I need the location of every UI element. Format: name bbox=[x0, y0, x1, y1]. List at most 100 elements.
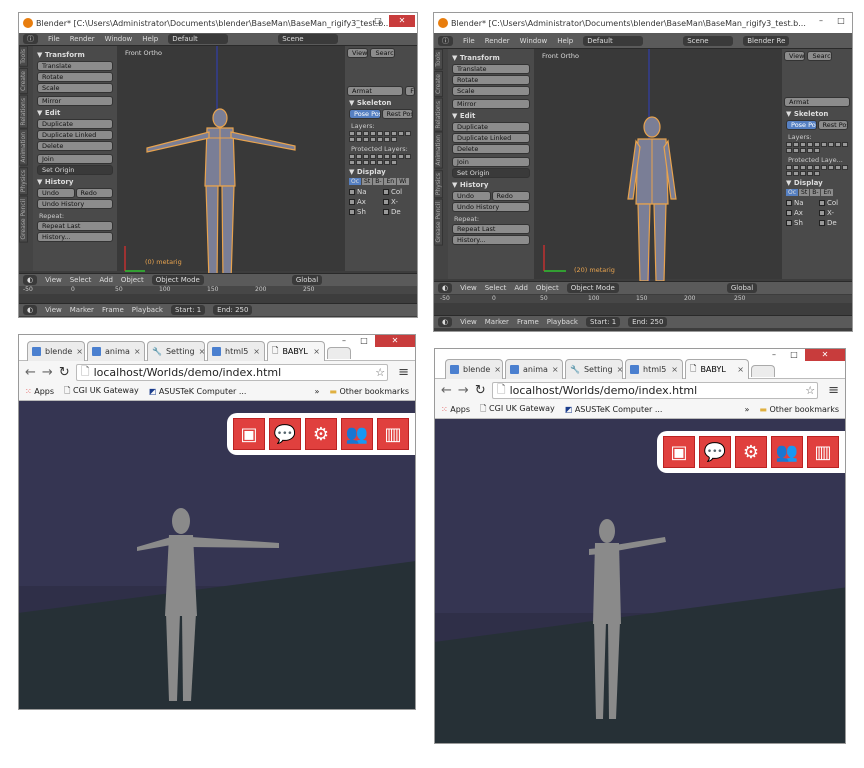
view-tab[interactable]: View bbox=[784, 51, 806, 61]
tab-animation[interactable]: anima × bbox=[87, 341, 145, 361]
timeline-ruler[interactable]: -50 0 50 100 150 200 250 bbox=[19, 286, 417, 294]
marker-menu[interactable]: Marker bbox=[70, 306, 94, 314]
close-tab-icon[interactable]: × bbox=[552, 365, 559, 374]
join-button[interactable]: Join bbox=[37, 154, 113, 164]
maximize-button[interactable]: □ bbox=[785, 349, 803, 361]
tab-create[interactable]: Create bbox=[19, 67, 28, 94]
back-icon[interactable]: ← bbox=[25, 365, 36, 380]
address-bar[interactable]: 🗋 localhost/Worlds/demo/index.html ☆ bbox=[491, 381, 819, 399]
view-tab[interactable]: View bbox=[347, 48, 369, 58]
join-button[interactable]: Join bbox=[452, 157, 530, 167]
protected-layers-grid[interactable] bbox=[349, 154, 413, 165]
tab-settings[interactable]: 🔧 Setting × bbox=[565, 359, 623, 379]
close-tab-icon[interactable]: × bbox=[617, 365, 622, 374]
history-button[interactable]: History... bbox=[37, 232, 113, 242]
start-frame-field[interactable]: Start: 1 bbox=[170, 305, 206, 315]
tab-babylon[interactable]: 🗋 BABYL × bbox=[685, 359, 749, 379]
mode-select[interactable]: Object Mode bbox=[566, 283, 619, 293]
view-menu[interactable]: View bbox=[45, 276, 62, 284]
minimize-button[interactable]: – bbox=[335, 335, 353, 347]
layout-select[interactable]: Default bbox=[583, 35, 644, 46]
forward-icon[interactable]: → bbox=[42, 365, 53, 380]
display-stick[interactable]: St bbox=[799, 189, 810, 196]
close-tab-icon[interactable]: × bbox=[494, 365, 501, 374]
menu-window[interactable]: Window bbox=[105, 35, 133, 43]
editor-type-icon[interactable]: ⓘ bbox=[23, 34, 38, 44]
tab-create[interactable]: Create bbox=[434, 70, 443, 97]
xray-checkbox[interactable]: X- bbox=[383, 198, 413, 206]
star-icon[interactable]: ☆ bbox=[805, 384, 815, 397]
display-header[interactable]: ▼ Display bbox=[786, 179, 850, 187]
display-octahedral[interactable]: Oc bbox=[349, 178, 362, 185]
menu-render[interactable]: Render bbox=[70, 35, 95, 43]
reload-icon[interactable]: ↻ bbox=[59, 365, 70, 380]
redo-button[interactable]: Redo bbox=[75, 188, 113, 198]
menu-file[interactable]: File bbox=[463, 37, 475, 45]
armature-field[interactable]: Armat bbox=[347, 86, 404, 96]
3d-viewport[interactable]: Front Ortho (0) metarig bbox=[117, 46, 345, 281]
add-menu[interactable]: Add bbox=[514, 284, 528, 292]
tab-tools[interactable]: Tools bbox=[434, 49, 443, 70]
menu-window[interactable]: Window bbox=[520, 37, 548, 45]
rotate-button[interactable]: Rotate bbox=[37, 72, 113, 82]
search-field[interactable]: Searc bbox=[370, 48, 395, 58]
set-origin-select[interactable]: Set Origin bbox=[452, 168, 530, 178]
undo-button[interactable]: Undo bbox=[37, 188, 75, 198]
tab-animation[interactable]: anima × bbox=[505, 359, 563, 379]
back-icon[interactable]: ← bbox=[441, 383, 452, 398]
rest-position-button[interactable]: Rest Posi bbox=[817, 120, 848, 130]
other-bookmarks[interactable]: ▬ Other bookmarks bbox=[329, 387, 409, 396]
object-menu[interactable]: Object bbox=[121, 276, 144, 284]
maximize-button[interactable]: □ bbox=[369, 15, 387, 27]
pose-position-button[interactable]: Pose Pos bbox=[786, 120, 817, 130]
set-origin-select[interactable]: Set Origin bbox=[37, 165, 113, 175]
tab-physics[interactable]: Physics bbox=[434, 169, 443, 199]
new-tab-button[interactable] bbox=[327, 347, 351, 359]
close-button[interactable]: ✕ bbox=[805, 349, 845, 361]
close-tab-icon[interactable]: × bbox=[199, 347, 204, 356]
tab-animation[interactable]: Animation bbox=[19, 129, 28, 166]
names-checkbox[interactable]: Na bbox=[786, 199, 815, 207]
frame-menu[interactable]: Frame bbox=[102, 306, 124, 314]
display-envelope[interactable]: En bbox=[384, 178, 397, 185]
display-bbone[interactable]: B- bbox=[810, 189, 821, 196]
undo-button[interactable]: Undo bbox=[452, 191, 491, 201]
end-frame-field[interactable]: End: 250 bbox=[628, 317, 668, 327]
timeline-ruler[interactable]: -50 0 50 100 150 200 250 bbox=[434, 295, 852, 303]
more-bookmarks[interactable]: » bbox=[744, 405, 749, 414]
tab-blender[interactable]: blende × bbox=[445, 359, 503, 379]
menu-render[interactable]: Render bbox=[485, 37, 510, 45]
timeline-editor-icon[interactable]: ◐ bbox=[438, 317, 453, 327]
undo-history-button[interactable]: Undo History bbox=[452, 202, 530, 212]
scene-select[interactable]: Scene bbox=[683, 35, 734, 46]
frame-menu[interactable]: Frame bbox=[517, 318, 539, 326]
minimize-button[interactable]: – bbox=[349, 15, 367, 27]
edit-header[interactable]: ▼ Edit bbox=[37, 109, 115, 117]
transform-header[interactable]: ▼ Transform bbox=[452, 54, 532, 62]
close-button[interactable]: ✕ bbox=[389, 15, 415, 27]
editor-type-icon[interactable]: ⓘ bbox=[438, 35, 453, 46]
shapes-checkbox[interactable]: Sh bbox=[786, 219, 815, 227]
asus-bookmark[interactable]: ◩ ASUSTeK Computer ... bbox=[565, 405, 663, 414]
duplicate-linked-button[interactable]: Duplicate Linked bbox=[452, 133, 530, 143]
history-header[interactable]: ▼ History bbox=[452, 181, 532, 189]
close-tab-icon[interactable]: × bbox=[253, 347, 260, 356]
menu-icon[interactable]: ≡ bbox=[398, 365, 409, 380]
menu-file[interactable]: File bbox=[48, 35, 60, 43]
mirror-button[interactable]: Mirror bbox=[452, 99, 530, 109]
tab-relations[interactable]: Relations bbox=[19, 94, 28, 129]
history-button[interactable]: History... bbox=[452, 235, 530, 245]
marker-menu[interactable]: Marker bbox=[485, 318, 509, 326]
xray-checkbox[interactable]: X- bbox=[819, 209, 848, 217]
protected-layers-grid[interactable] bbox=[786, 165, 848, 176]
other-bookmarks[interactable]: ▬ Other bookmarks bbox=[759, 405, 839, 414]
view3d-editor-icon[interactable]: ◐ bbox=[23, 275, 38, 285]
address-bar[interactable]: 🗋 localhost/Worlds/demo/index.html ☆ bbox=[75, 363, 389, 381]
reload-icon[interactable]: ↻ bbox=[475, 383, 486, 398]
tab-babylon[interactable]: 🗋 BABYL × bbox=[267, 341, 325, 361]
pose-position-button[interactable]: Pose Pos bbox=[349, 109, 381, 119]
layers-grid[interactable] bbox=[786, 142, 848, 153]
apps-bookmark[interactable]: ⁙ Apps bbox=[441, 405, 470, 414]
armature-field[interactable]: Armat bbox=[784, 97, 850, 107]
orientation-select[interactable]: Global bbox=[291, 275, 323, 285]
